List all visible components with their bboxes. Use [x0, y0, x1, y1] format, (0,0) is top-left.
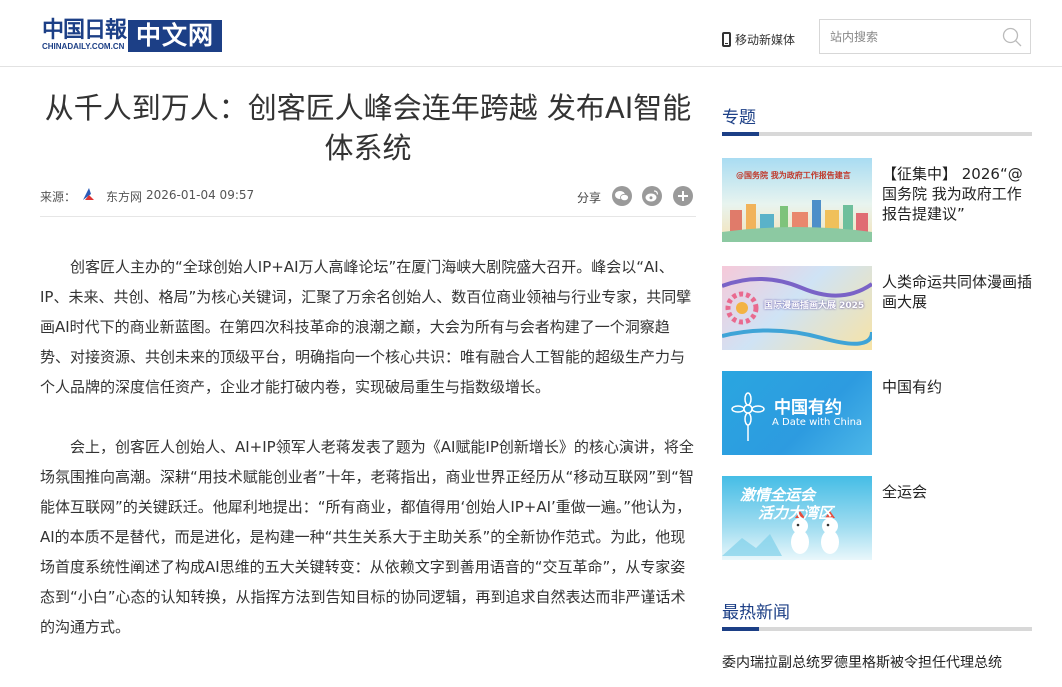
topic-title[interactable]: 中国有约 — [882, 377, 1032, 397]
section-underline — [722, 132, 1032, 136]
topic-thumb-caption: 国际漫画插画大展 2025 — [764, 301, 865, 311]
article-body: 创客匠人主办的“全球创始人IP+AI万人高峰论坛”在厦门海峡大剧院盛大召开。峰会… — [40, 252, 696, 672]
search-box — [819, 19, 1031, 54]
topic-item[interactable]: 激情全运会 活力大湾区 全运会 — [722, 476, 1032, 560]
source-name[interactable]: 东方网 — [106, 188, 142, 205]
more-share-icon[interactable] — [673, 186, 693, 206]
topic-title[interactable]: 全运会 — [882, 482, 1032, 502]
logo-chinese-site: 中文网 — [128, 20, 222, 52]
topic-thumbnail[interactable]: @国务院 我为政府工作报告建言 — [722, 158, 872, 242]
topic-item[interactable]: @国务院 我为政府工作报告建言 【征集中】 2026“@国务院 我为政府工作报告… — [722, 158, 1032, 242]
topic-thumb-caption: 中国有约 — [774, 398, 842, 418]
share-label: 分享 — [577, 191, 602, 205]
eastday-logo-icon — [83, 188, 94, 200]
chinadaily-logo[interactable]: 中国日報 CHINADAILY.COM.CN 中文网 — [42, 18, 224, 54]
meta-divider — [40, 216, 696, 217]
source-label: 来源： — [40, 190, 77, 204]
logo-domain: CHINADAILY.COM.CN — [42, 42, 125, 51]
mobile-media-link[interactable]: 移动新媒体 — [722, 29, 795, 49]
topic-title[interactable]: 人类命运共同体漫画插画大展 — [882, 272, 1032, 312]
section-underline — [722, 627, 1032, 631]
search-input[interactable] — [830, 20, 1000, 53]
wechat-share-icon[interactable] — [612, 186, 632, 206]
topic-thumb-subcaption: 活力大湾区 — [758, 504, 834, 522]
publish-datetime: 2026-01-04 09:57 — [146, 188, 255, 202]
topic-thumb-caption: @国务院 我为政府工作报告建言 — [736, 171, 851, 180]
hot-news-item[interactable]: 委内瑞拉副总统罗德里格斯被令担任代理总统 — [722, 652, 1032, 674]
topic-item[interactable]: 中国有约 A Date with China 中国有约 — [722, 371, 1032, 455]
topic-title[interactable]: 【征集中】 2026“@国务院 我为政府工作报告提建议” — [882, 164, 1032, 224]
article-paragraph: 会上，创客匠人创始人、AI+IP领军人老蒋发表了题为《AI赋能IP创新增长》的核… — [40, 438, 694, 636]
weibo-share-icon[interactable] — [642, 186, 662, 206]
topic-thumbnail[interactable]: 中国有约 A Date with China — [722, 371, 872, 455]
topics-section-title[interactable]: 专题 — [722, 105, 1032, 132]
article-title: 从千人到万人：创客匠人峰会连年跨越 发布AI智能体系统 — [44, 91, 692, 165]
topic-item[interactable]: 国际漫画插画大展 2025 人类命运共同体漫画插画大展 — [722, 266, 1032, 350]
article-meta: 来源： 东方网 2026-01-04 09:57 分享 — [40, 185, 696, 207]
hot-news-section: 最热新闻 — [722, 600, 1032, 631]
logo-wordmark: 中国日報 — [42, 17, 127, 43]
search-icon[interactable] — [1002, 27, 1022, 47]
top-bar: 中国日報 CHINADAILY.COM.CN 中文网 移动新媒体 — [0, 0, 1062, 67]
phone-icon — [722, 31, 731, 47]
hot-news-title[interactable]: 最热新闻 — [722, 600, 1032, 627]
topic-thumbnail[interactable]: 国际漫画插画大展 2025 — [722, 266, 872, 350]
article-paragraph: 创客匠人主办的“全球创始人IP+AI万人高峰论坛”在厦门海峡大剧院盛大召开。峰会… — [40, 258, 692, 396]
sidebar: 专题 @国务院 我为政府工作报告建言 【征集中】 2026“@国务院 我为政府工… — [722, 105, 1032, 560]
topic-thumb-subcaption: A Date with China — [772, 417, 863, 428]
mobile-media-label: 移动新媒体 — [735, 32, 796, 47]
topic-thumbnail[interactable]: 激情全运会 活力大湾区 — [722, 476, 872, 560]
